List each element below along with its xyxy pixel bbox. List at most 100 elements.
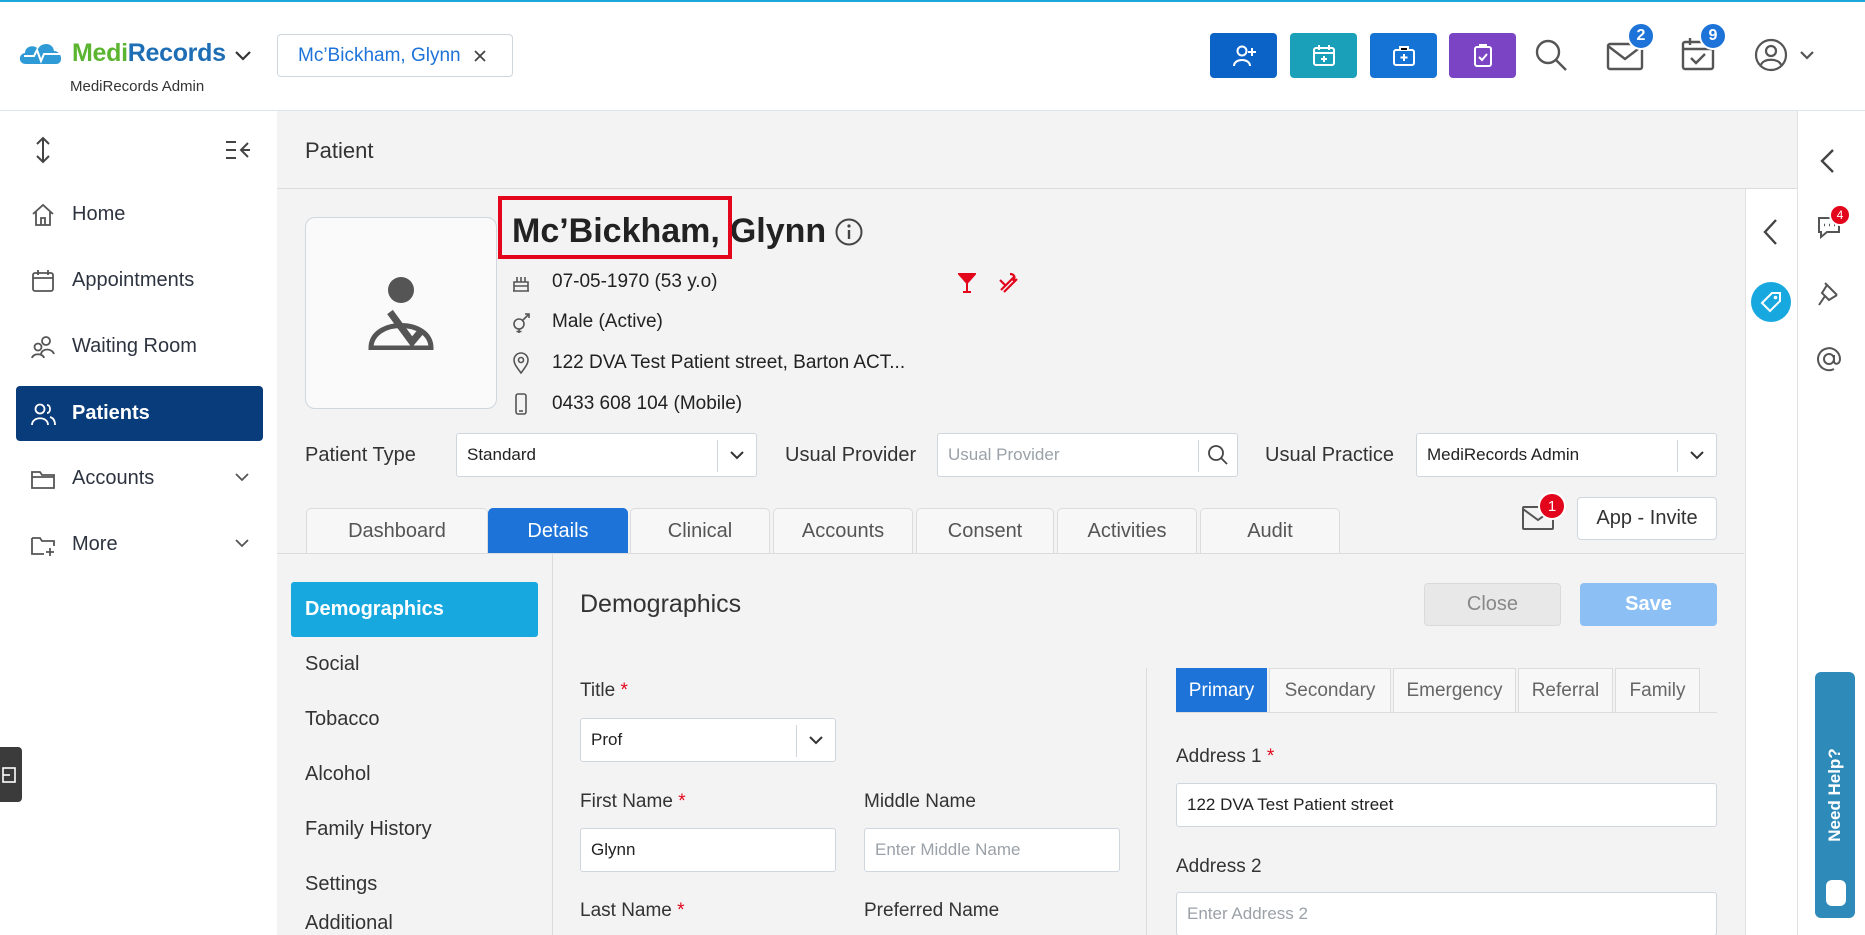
tab-consent[interactable]: Consent: [916, 508, 1054, 554]
org-name: MediRecords Admin: [70, 78, 205, 95]
subnav-social[interactable]: Social: [291, 637, 538, 692]
address2-label: Address 2: [1176, 856, 1262, 877]
info-icon[interactable]: [834, 217, 864, 247]
logo[interactable]: MediRecords: [16, 38, 226, 68]
add-appointment-button[interactable]: [1290, 33, 1357, 78]
logo-text-records: Records: [127, 38, 226, 67]
at-icon[interactable]: [1815, 345, 1843, 373]
sidebar-item-patients[interactable]: Patients: [16, 386, 263, 441]
pin-icon[interactable]: [1816, 280, 1842, 308]
patient-type-label: Patient Type: [305, 444, 416, 466]
last-name-label: Last Name *: [580, 900, 685, 921]
patient-given-name: Glynn: [729, 212, 827, 250]
tasks-count-badge: 9: [1699, 22, 1727, 50]
subnav-settings[interactable]: Settings: [291, 857, 538, 912]
patient-photo[interactable]: [305, 217, 497, 409]
mobile-phone-icon: [515, 393, 527, 415]
birthday-cake-icon: [513, 277, 529, 292]
chevron-down-icon[interactable]: [234, 50, 252, 62]
patient-icon: [31, 403, 56, 425]
sidebar-item-accounts[interactable]: Accounts: [16, 451, 263, 506]
patient-gender-row: Male (Active): [510, 311, 663, 333]
first-name-field[interactable]: Glynn: [580, 828, 836, 872]
side-drawer-handle[interactable]: [0, 747, 22, 802]
search-icon[interactable]: [1207, 444, 1229, 466]
usual-practice-select[interactable]: MediRecords Admin: [1416, 433, 1717, 477]
chevron-down-icon: [235, 473, 249, 482]
page-header: [277, 111, 1797, 189]
sidebar-item-more[interactable]: More: [16, 517, 263, 572]
tab-secondary[interactable]: Secondary: [1269, 668, 1391, 712]
first-name-label: First Name *: [580, 791, 686, 812]
chat-badge: 4: [1829, 204, 1851, 226]
tab-dashboard[interactable]: Dashboard: [306, 508, 488, 554]
mail-count-badge: 2: [1627, 22, 1655, 50]
tab-emergency[interactable]: Emergency: [1393, 668, 1516, 712]
tab-referral[interactable]: Referral: [1518, 668, 1613, 712]
section-title: Demographics: [580, 590, 742, 618]
subnav-alcohol[interactable]: Alcohol: [291, 747, 538, 802]
tab-details[interactable]: Details: [488, 508, 628, 554]
cloud-logo-icon: [19, 43, 62, 64]
title-field-label: Title *: [580, 680, 628, 701]
sidebar-item-appointments[interactable]: Appointments: [16, 253, 263, 308]
tab-audit[interactable]: Audit: [1200, 508, 1340, 554]
chevron-down-icon: [1690, 451, 1704, 460]
patient-address-row: 122 DVA Test Patient street, Barton ACT.…: [510, 352, 905, 374]
close-icon[interactable]: [473, 49, 487, 63]
column-divider: [1146, 668, 1147, 935]
tab-clinical[interactable]: Clinical: [630, 508, 770, 554]
chevron-down-icon[interactable]: [1799, 50, 1815, 61]
chevron-down-icon: [809, 736, 823, 745]
address1-field[interactable]: 122 DVA Test Patient street: [1176, 783, 1717, 827]
chevron-left-icon[interactable]: [1819, 148, 1835, 174]
add-task-button[interactable]: [1449, 33, 1516, 78]
folder-icon: [31, 470, 55, 489]
patient-dob-row: 07-05-1970 (53 y.o): [510, 271, 717, 293]
people-icon: [31, 335, 55, 358]
tab-accounts[interactable]: Accounts: [773, 508, 913, 554]
patient-type-value: Standard: [467, 445, 536, 464]
subnav-tobacco[interactable]: Tobacco: [291, 692, 538, 747]
open-patient-tab[interactable]: Mc’Bickham, Glynn: [277, 34, 513, 77]
usual-provider-input[interactable]: Usual Provider: [937, 433, 1238, 477]
sidebar-item-waiting-room[interactable]: Waiting Room: [16, 319, 263, 374]
location-pin-icon: [513, 352, 529, 374]
folder-plus-icon: [31, 536, 55, 556]
sidebar-item-label: Appointments: [72, 269, 195, 291]
home-icon: [32, 203, 54, 226]
usual-provider-placeholder: Usual Provider: [948, 445, 1060, 464]
tab-family[interactable]: Family: [1615, 668, 1700, 712]
subnav-demographics[interactable]: Demographics: [291, 582, 538, 637]
add-patient-button[interactable]: [1210, 33, 1277, 78]
gender-icon: [513, 313, 530, 333]
title-value: Prof: [591, 730, 623, 749]
sidebar-item-label: Accounts: [72, 467, 155, 489]
drawer-icon: [2, 767, 16, 783]
tab-primary[interactable]: Primary: [1176, 668, 1267, 712]
tag-button[interactable]: [1751, 282, 1791, 322]
subnav-additional[interactable]: Additional: [291, 912, 538, 935]
address-tab-underline: [1176, 712, 1717, 713]
tab-activities[interactable]: Activities: [1057, 508, 1197, 554]
search-icon[interactable]: [1534, 38, 1568, 72]
logo-text-medi: Medi: [72, 38, 128, 67]
expand-vertical-icon[interactable]: [32, 136, 54, 164]
chevron-left-icon[interactable]: [1762, 218, 1778, 246]
usual-practice-value: MediRecords Admin: [1427, 445, 1580, 464]
save-button[interactable]: Save: [1580, 583, 1717, 626]
add-encounter-button[interactable]: [1370, 33, 1437, 78]
address2-field[interactable]: Enter Address 2: [1176, 892, 1717, 935]
middle-name-field[interactable]: Enter Middle Name: [864, 828, 1120, 872]
close-button[interactable]: Close: [1424, 583, 1561, 626]
patient-gender: Male (Active): [552, 311, 663, 332]
sidebar-item-label: Waiting Room: [72, 335, 197, 357]
user-avatar-icon[interactable]: [1754, 38, 1788, 72]
patient-type-select[interactable]: Standard: [456, 433, 757, 477]
app-invite-button[interactable]: App - Invite: [1577, 497, 1717, 540]
title-select[interactable]: Prof: [580, 718, 836, 762]
subnav-family-history[interactable]: Family History: [291, 802, 538, 857]
sidebar-item-home[interactable]: Home: [16, 187, 263, 242]
chevron-down-icon: [730, 451, 744, 460]
collapse-sidebar-icon[interactable]: [224, 138, 250, 162]
